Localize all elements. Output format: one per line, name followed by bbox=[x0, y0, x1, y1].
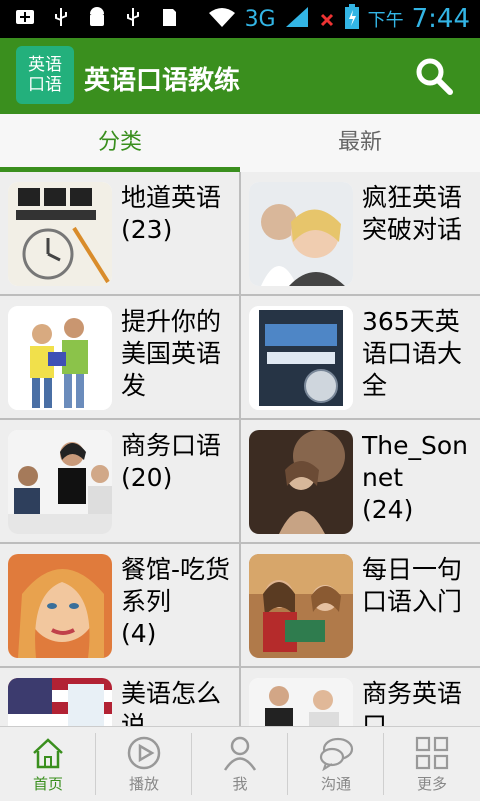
play-icon bbox=[127, 736, 161, 770]
app-bar: 英语 口语 英语口语教练 bbox=[0, 38, 480, 114]
search-button[interactable] bbox=[414, 56, 454, 96]
category-item[interactable]: The_Sonnet (24) bbox=[241, 420, 480, 542]
category-grid: 地道英语 (23) 疯狂英语突破对话 提升你的美国英语发 365天英语口语大全 商… bbox=[0, 172, 480, 726]
sd-card-icon bbox=[158, 6, 180, 28]
category-item[interactable]: 365天英语口语大全 bbox=[241, 296, 480, 418]
nav-home[interactable]: 首页 bbox=[0, 727, 96, 801]
chat-icon bbox=[319, 737, 354, 771]
category-item[interactable]: 美语怎么说 bbox=[0, 668, 239, 726]
signal-icon bbox=[284, 5, 310, 33]
no-sim-icon bbox=[318, 5, 336, 33]
android-debug-icon bbox=[86, 6, 108, 28]
category-title: 365天英语口语大全 bbox=[362, 307, 463, 400]
network-type: 3G bbox=[244, 6, 276, 32]
category-title: 餐馆-吃货系列 (4) bbox=[121, 555, 231, 648]
category-item[interactable]: 疯狂英语突破对话 bbox=[241, 172, 480, 294]
category-item[interactable]: 每日一句口语入门 bbox=[241, 544, 480, 666]
category-title: 疯狂英语突破对话 bbox=[362, 183, 463, 244]
app-logo: 英语 口语 bbox=[16, 46, 74, 104]
app-title: 英语口语教练 bbox=[84, 66, 241, 96]
search-icon bbox=[416, 58, 453, 95]
category-thumbnail bbox=[8, 430, 112, 534]
category-item[interactable]: 商务英语口 bbox=[241, 668, 480, 726]
category-title: 地道英语 (23) bbox=[121, 183, 222, 244]
clock-time: 7:44 bbox=[411, 4, 470, 34]
tab-latest[interactable]: 最新 bbox=[240, 114, 480, 172]
category-title: 美语怎么说 bbox=[121, 679, 222, 726]
category-title: 商务口语 (20) bbox=[121, 431, 222, 492]
nav-me-label: 我 bbox=[232, 775, 248, 793]
category-item[interactable]: 地道英语 (23) bbox=[0, 172, 239, 294]
user-icon bbox=[223, 736, 257, 771]
category-thumbnail bbox=[249, 306, 353, 410]
logo-line-1: 英语 bbox=[28, 55, 62, 75]
nav-play-label: 播放 bbox=[128, 775, 159, 793]
grid-more-icon bbox=[415, 736, 449, 770]
category-title: 每日一句口语入门 bbox=[362, 555, 463, 616]
category-thumbnail bbox=[8, 678, 112, 726]
category-thumbnail bbox=[8, 306, 112, 410]
tab-category[interactable]: 分类 bbox=[0, 114, 240, 172]
status-bar: 3G 下午 7:44 bbox=[0, 0, 480, 38]
usb-icon-2 bbox=[122, 6, 144, 28]
home-icon bbox=[33, 738, 63, 769]
wifi-icon bbox=[207, 5, 237, 33]
add-notification-icon bbox=[14, 6, 36, 28]
category-thumbnail bbox=[249, 430, 353, 534]
nav-communicate-label: 沟通 bbox=[320, 775, 351, 793]
nav-home-label: 首页 bbox=[32, 775, 63, 793]
category-thumbnail bbox=[249, 182, 353, 286]
category-thumbnail bbox=[249, 678, 353, 726]
tab-latest-label: 最新 bbox=[337, 130, 382, 155]
logo-line-2: 口语 bbox=[28, 75, 62, 95]
bottom-navigation: 首页 播放 我 沟通 更多 bbox=[0, 726, 480, 801]
nav-me[interactable]: 我 bbox=[192, 727, 288, 801]
category-title: 商务英语口 bbox=[362, 679, 463, 726]
category-thumbnail bbox=[8, 554, 112, 658]
category-item[interactable]: 餐馆-吃货系列 (4) bbox=[0, 544, 239, 666]
tab-bar: 分类 最新 bbox=[0, 114, 480, 172]
tab-category-label: 分类 bbox=[97, 130, 142, 155]
battery-charging-icon bbox=[344, 4, 360, 34]
category-title: 提升你的美国英语发 bbox=[121, 307, 222, 400]
nav-play[interactable]: 播放 bbox=[96, 727, 192, 801]
nav-more-label: 更多 bbox=[416, 775, 447, 793]
category-thumbnail bbox=[249, 554, 353, 658]
nav-communicate[interactable]: 沟通 bbox=[288, 727, 384, 801]
category-thumbnail bbox=[8, 182, 112, 286]
category-item[interactable]: 提升你的美国英语发 bbox=[0, 296, 239, 418]
category-item[interactable]: 商务口语 (20) bbox=[0, 420, 239, 542]
nav-more[interactable]: 更多 bbox=[384, 727, 480, 801]
usb-icon bbox=[50, 6, 72, 28]
category-title: The_Sonnet (24) bbox=[362, 431, 469, 524]
clock-ampm: 下午 bbox=[367, 10, 404, 31]
